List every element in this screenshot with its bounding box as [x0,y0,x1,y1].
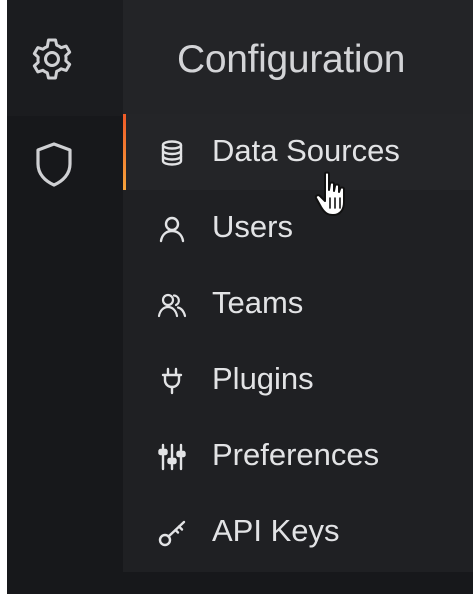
menu-item-label: Plugins [212,361,314,396]
key-icon [158,520,186,547]
menu-item-plugins[interactable]: Plugins [123,342,473,418]
menu-item-label: Preferences [212,437,380,472]
users-icon [157,293,187,318]
user-icon [159,216,185,243]
menu-item-data-sources[interactable]: Data Sources [123,114,473,190]
plug-icon [161,367,183,395]
menu-item-users[interactable]: Users [123,190,473,266]
rail-item-configuration[interactable] [7,0,123,116]
active-indicator [123,114,126,190]
gear-icon[interactable] [28,35,76,83]
sliders-icon [158,443,186,471]
configuration-menu: Configuration Data Sources Users Teams P… [123,0,473,572]
sidebar-rail [7,0,123,594]
menu-item-label: Teams [212,285,304,320]
hand-pointer-cursor-icon [314,171,345,216]
menu-item-label: Users [212,209,293,244]
menu-item-teams[interactable]: Teams [123,266,473,342]
menu-title: Configuration [177,38,406,81]
grafana-sidebar-frame: Configuration Data Sources Users Teams P… [7,0,473,594]
menu-item-api-keys[interactable]: API Keys [123,494,473,570]
bottom-edge [123,572,473,594]
shield-icon[interactable] [33,140,75,188]
database-icon [161,140,183,166]
menu-header: Configuration [123,0,473,114]
menu-item-label: Data Sources [212,133,400,168]
menu-item-label: API Keys [212,513,340,548]
menu-item-preferences[interactable]: Preferences [123,418,473,494]
